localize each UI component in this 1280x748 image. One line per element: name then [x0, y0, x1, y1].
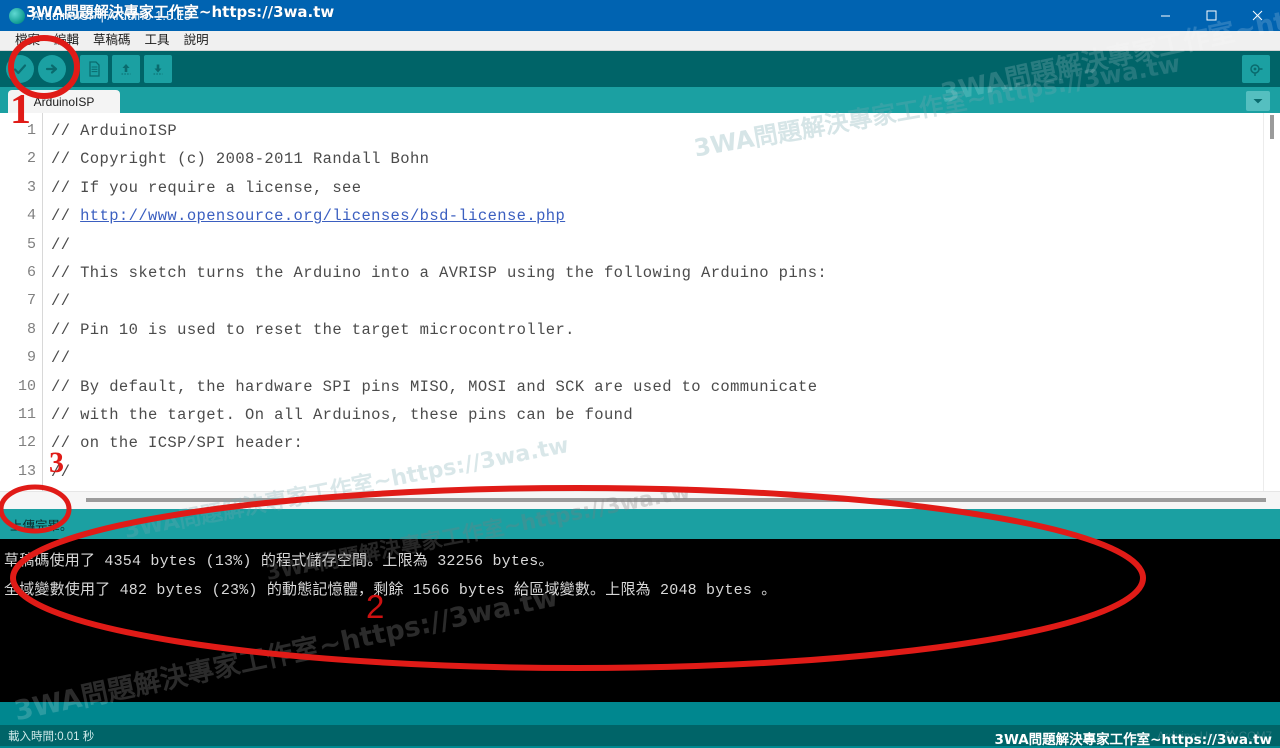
board-port-label: Arduino Uno 於 COM7 [1156, 730, 1272, 743]
line-number: 4 [26, 207, 36, 225]
menu-item-edit[interactable]: 編輯 [47, 31, 86, 50]
code-line: // Copyright (c) 2008-2011 Randall Bohn [51, 150, 430, 169]
code-line: // This sketch turns the Arduino into a … [51, 264, 828, 283]
maximize-icon[interactable] [1188, 0, 1234, 31]
code-line: // [51, 462, 71, 481]
load-time-label: 載入時間:0.01 秒 [8, 730, 95, 743]
code-line: // [51, 349, 71, 368]
menu-item-tools[interactable]: 工具 [138, 31, 177, 50]
tab-label: ArduinoISP [33, 94, 95, 109]
line-number: 13 [17, 462, 36, 480]
open-button[interactable] [112, 55, 140, 83]
horizontal-scrollbar-thumb[interactable] [86, 498, 1266, 503]
code-line: // on the ICSP/SPI header: [51, 434, 304, 453]
code-line: // If you require a license, see [51, 178, 362, 197]
serial-monitor-button[interactable] [1242, 55, 1270, 83]
code-line: // with the target. On all Arduinos, the… [51, 406, 634, 425]
console-line: 草稿碼使用了 4354 bytes (13%) 的程式儲存空間。上限為 3225… [4, 553, 554, 571]
tab-arduinoisp[interactable]: ArduinoISP [8, 90, 120, 113]
code-line: // Pin 10 is used to reset the target mi… [51, 320, 575, 339]
tab-strip: ArduinoISP [0, 87, 1280, 113]
console-output[interactable]: 草稿碼使用了 4354 bytes (13%) 的程式儲存空間。上限為 3225… [0, 539, 1280, 703]
verify-button[interactable] [6, 55, 34, 83]
window-title: ArduinoISP | Arduino 1.5.15 [32, 8, 192, 23]
code-line-prefix: // [51, 207, 81, 226]
code-text-area[interactable]: // ArduinoISP // Copyright (c) 2008-2011… [43, 113, 1280, 509]
status-message: 上傳完畢。 [10, 518, 73, 533]
line-number: 11 [17, 406, 36, 424]
bottom-status-bar: 載入時間:0.01 秒 Arduino Uno 於 COM7 [0, 725, 1280, 746]
code-editor[interactable]: 1 2 3 4 5 6 7 8 9 10 11 12 13 // Arduino… [0, 113, 1280, 510]
line-number: 8 [26, 320, 36, 338]
editor-horizontal-scrollbar[interactable] [0, 491, 1280, 510]
vertical-scrollbar-thumb[interactable] [1270, 115, 1274, 139]
status-message-bar: 上傳完畢。 [0, 509, 1280, 540]
code-line: // [51, 235, 71, 254]
line-number: 9 [26, 349, 36, 367]
title-bar: ArduinoISP | Arduino 1.5.15 [0, 0, 1280, 31]
new-button[interactable] [80, 55, 108, 83]
line-number: 3 [26, 178, 36, 196]
save-button[interactable] [144, 55, 172, 83]
line-number: 6 [26, 264, 36, 282]
line-number: 7 [26, 292, 36, 310]
line-number: 1 [26, 122, 36, 139]
menu-item-help[interactable]: 說明 [177, 31, 216, 50]
code-line: // ArduinoISP [51, 122, 178, 140]
minimize-icon[interactable] [1142, 0, 1188, 31]
line-number: 10 [17, 377, 36, 395]
code-line: // [51, 292, 71, 311]
line-number: 5 [26, 235, 36, 253]
arduino-ide-window: ArduinoISP | Arduino 1.5.15 檔案 編輯 草稿碼 工具… [0, 0, 1280, 746]
menu-bar: 檔案 編輯 草稿碼 工具 說明 [0, 31, 1280, 51]
close-icon[interactable] [1234, 0, 1280, 31]
code-line: // By default, the hardware SPI pins MIS… [51, 377, 818, 396]
menu-item-file[interactable]: 檔案 [8, 31, 47, 50]
console-line: 全域變數使用了 482 bytes (23%) 的動態記憶體，剩餘 1566 b… [4, 582, 777, 600]
line-number-gutter: 1 2 3 4 5 6 7 8 9 10 11 12 13 [0, 113, 43, 510]
code-line-with-link: // http://www.opensource.org/licenses/bs… [51, 202, 1280, 230]
chevron-down-icon[interactable] [1246, 91, 1270, 111]
line-number: 2 [26, 150, 36, 168]
license-link[interactable]: http://www.opensource.org/licenses/bsd-l… [80, 207, 565, 225]
toolbar [0, 51, 1280, 87]
console-filler-area [0, 702, 1280, 725]
window-controls [1142, 0, 1280, 31]
arduino-logo-icon [9, 7, 25, 24]
upload-button[interactable] [38, 55, 66, 83]
editor-vertical-scrollbar[interactable] [1263, 113, 1280, 493]
line-number: 12 [17, 434, 36, 452]
menu-item-sketch[interactable]: 草稿碼 [86, 31, 138, 50]
